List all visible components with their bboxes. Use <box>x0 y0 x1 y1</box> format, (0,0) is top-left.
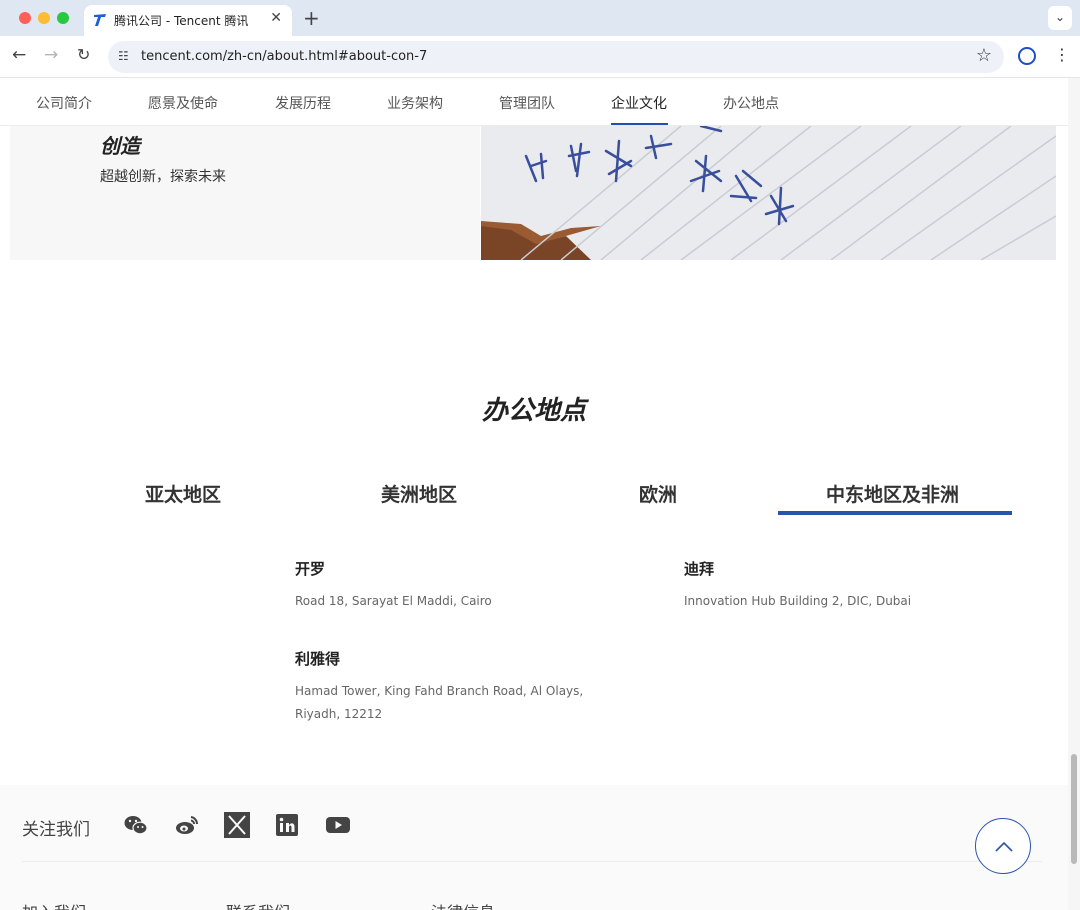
zoom-window-button[interactable] <box>57 12 69 24</box>
x-icon[interactable] <box>224 812 250 838</box>
culture-title: 创造 <box>100 134 140 158</box>
linkedin-icon[interactable] <box>274 812 300 838</box>
region-tab-europe[interactable]: 欧洲 <box>639 480 677 507</box>
tab-title: 腾讯公司 - Tencent 腾讯 <box>114 14 249 28</box>
office-city-riyadh: 利雅得 <box>295 650 341 668</box>
folding-fan-image <box>481 126 1056 260</box>
footer-link-contact-us[interactable]: 联系我们 <box>226 899 290 910</box>
back-arrow-icon[interactable]: ← <box>12 45 26 65</box>
address-bar[interactable]: ☷ tencent.com/zh-cn/about.html#about-con… <box>108 41 1004 73</box>
subnav-item-history[interactable]: 发展历程 <box>275 93 331 113</box>
profile-avatar-icon[interactable] <box>1018 47 1036 65</box>
office-address-riyadh-line1: Hamad Tower, King Fahd Branch Road, Al O… <box>295 684 584 698</box>
browser-tab-bar: 腾讯公司 - Tencent 腾讯 ✕ + ⌄ <box>0 0 1080 36</box>
footer-divider <box>22 861 1042 862</box>
back-to-top-button[interactable] <box>975 818 1031 874</box>
new-tab-button[interactable]: + <box>303 6 320 30</box>
page-scrollbar[interactable] <box>1068 78 1080 910</box>
browser-toolbar: ← → ↻ ☷ tencent.com/zh-cn/about.html#abo… <box>0 36 1080 78</box>
office-address-cairo: Road 18, Sarayat El Maddi, Cairo <box>295 594 492 608</box>
office-city-cairo: 开罗 <box>295 560 326 578</box>
subnav-item-management[interactable]: 管理团队 <box>499 93 555 113</box>
bookmark-star-icon[interactable]: ☆ <box>976 45 992 66</box>
office-city-dubai: 迪拜 <box>684 560 715 578</box>
region-tab-asia-pacific[interactable]: 亚太地区 <box>145 480 221 507</box>
office-address-dubai: Innovation Hub Building 2, DIC, Dubai <box>684 594 912 608</box>
tab-close-icon[interactable]: ✕ <box>270 10 282 26</box>
region-tab-americas[interactable]: 美洲地区 <box>381 480 457 507</box>
tab-search-chevron-icon[interactable]: ⌄ <box>1048 6 1072 30</box>
reload-icon[interactable]: ↻ <box>77 45 90 64</box>
footer-link-legal[interactable]: 法律信息 <box>431 899 495 910</box>
browser-tab[interactable]: 腾讯公司 - Tencent 腾讯 ✕ <box>84 5 292 36</box>
offices-section-title: 办公地点 <box>481 396 586 426</box>
forward-arrow-icon[interactable]: → <box>44 45 58 65</box>
site-footer: 关注我们 加入我们 联系我们 <box>0 785 1068 910</box>
follow-us-label: 关注我们 <box>22 820 90 840</box>
subnav-item-business-structure[interactable]: 业务架构 <box>387 93 443 113</box>
footer-link-join-us[interactable]: 加入我们 <box>22 899 86 910</box>
region-tab-middle-east-africa[interactable]: 中东地区及非洲 <box>826 480 959 507</box>
region-active-indicator <box>778 511 1012 515</box>
minimize-window-button[interactable] <box>38 12 50 24</box>
browser-menu-icon[interactable]: ⋮ <box>1054 45 1070 64</box>
subnav-item-company-profile[interactable]: 公司简介 <box>36 93 92 113</box>
close-window-button[interactable] <box>19 12 31 24</box>
site-settings-icon[interactable]: ☷ <box>118 49 129 63</box>
office-address-riyadh-line2: Riyadh, 12212 <box>295 707 383 721</box>
url-text[interactable]: tencent.com/zh-cn/about.html#about-con-7 <box>141 49 427 64</box>
subnav-item-offices[interactable]: 办公地点 <box>723 93 779 113</box>
page-viewport: 公司简介 愿景及使命 发展历程 业务架构 管理团队 企业文化 办公地点 创造 超… <box>0 78 1080 910</box>
youtube-icon[interactable] <box>325 812 351 838</box>
scrollbar-thumb[interactable] <box>1071 754 1077 864</box>
culture-card: 创造 超越创新，探索未来 <box>10 126 480 260</box>
tencent-favicon-icon <box>94 14 106 26</box>
subnav-item-culture[interactable]: 企业文化 <box>611 93 667 113</box>
weibo-icon[interactable] <box>174 812 200 838</box>
culture-description: 超越创新，探索未来 <box>100 169 226 185</box>
subnav-active-indicator <box>611 123 668 125</box>
wechat-icon[interactable] <box>123 812 149 838</box>
subnav-item-vision-mission[interactable]: 愿景及使命 <box>148 93 218 113</box>
chevron-up-icon <box>995 841 1013 852</box>
about-subnav: 公司简介 愿景及使命 发展历程 业务架构 管理团队 企业文化 办公地点 <box>0 78 1068 126</box>
